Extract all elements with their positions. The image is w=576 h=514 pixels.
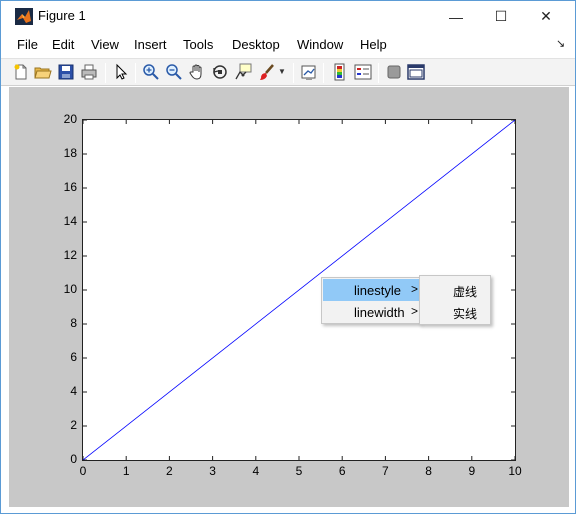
submenu-item-label: 实线 [453,307,478,321]
menu-desktop[interactable]: Desktop [232,37,280,52]
x-tick-label: 6 [338,464,346,478]
context-menu: linestyle > linewidth > [321,277,420,324]
figure-toolbar: ▼ [1,58,575,86]
minimize-button[interactable]: — [433,1,479,32]
menu-file[interactable]: File [17,37,38,52]
edit-plot-icon[interactable] [112,63,130,81]
data-cursor-icon[interactable] [234,63,252,81]
toolbar-separator [105,63,106,83]
new-figure-icon[interactable] [12,63,30,81]
link-plot-icon[interactable] [300,63,318,81]
y-tick-label: 20 [63,112,77,126]
submenu-item-solid[interactable]: 实线 [421,301,489,323]
menu-bar: File Edit View Insert Tools Desktop Wind… [1,32,575,57]
menu-edit[interactable]: Edit [52,37,74,52]
x-tick-label: 3 [209,464,216,478]
y-tick-label: 14 [63,214,77,228]
y-tick-label: 18 [63,146,77,160]
x-tick-label: 5 [295,464,303,478]
submenu-item-dashed[interactable]: 虚线 [421,279,489,301]
y-tick-label: 10 [63,282,77,296]
x-tick-label: 4 [252,464,260,478]
menu-window[interactable]: Window [297,37,343,52]
y-tick-label: 4 [70,384,77,398]
chevron-right-icon: > [411,282,419,296]
figure-window: Figure 1 — ☐ ✕ File Edit View Insert Too… [0,0,576,514]
toolbar-separator [378,63,379,83]
menu-help[interactable]: Help [360,37,387,52]
menu-insert[interactable]: Insert [134,37,167,52]
colorbar-icon[interactable] [331,63,349,81]
x-tick-label: 7 [382,464,389,478]
y-tick-label: 6 [70,350,77,364]
menu-view[interactable]: View [91,37,119,52]
toolbar-separator [323,63,324,83]
rotate-3d-icon[interactable] [211,63,229,81]
y-tick-label: 8 [70,316,77,330]
print-icon[interactable] [80,63,98,81]
legend-icon[interactable] [354,63,372,81]
brush-icon[interactable] [258,63,276,81]
chevron-right-icon: > [411,304,419,318]
maximize-button[interactable]: ☐ [478,1,524,32]
x-tick-label: 8 [425,464,432,478]
x-tick-label: 10 [508,464,522,478]
context-menu-item-label: linewidth [354,305,405,320]
submenu-item-label: 虚线 [453,285,478,299]
brush-dropdown-icon[interactable]: ▼ [278,67,286,85]
x-tick-label: 9 [468,464,476,478]
zoom-out-icon[interactable] [165,63,183,81]
close-button[interactable]: ✕ [523,1,569,32]
y-tick-label: 2 [70,418,77,432]
x-tick-label: 0 [79,464,87,478]
save-icon[interactable] [57,63,75,81]
hide-plot-tools-icon[interactable] [385,63,403,81]
y-tick-label: 12 [63,248,77,262]
x-tick-label: 2 [166,464,173,478]
context-menu-item-linewidth[interactable]: linewidth > [323,301,419,323]
zoom-in-icon[interactable] [142,63,160,81]
context-menu-item-label: linestyle [354,283,401,298]
y-tick-label: 16 [63,180,77,194]
y-tick-label: 0 [70,452,77,466]
toolbar-separator [135,63,136,83]
x-tick-label: 1 [122,464,130,478]
context-menu-item-linestyle[interactable]: linestyle > [323,279,419,301]
linestyle-submenu: 虚线 实线 [419,275,491,325]
toolbar-separator [293,63,294,83]
menu-tools[interactable]: Tools [183,37,213,52]
pan-icon[interactable] [188,63,206,81]
matlab-logo-icon [15,8,33,25]
dock-figure-icon[interactable]: ↘ [556,37,565,50]
open-file-icon[interactable] [34,63,52,81]
show-plot-tools-icon[interactable] [407,63,425,81]
title-bar[interactable]: Figure 1 — ☐ ✕ [1,1,575,32]
window-title: Figure 1 [38,8,86,23]
